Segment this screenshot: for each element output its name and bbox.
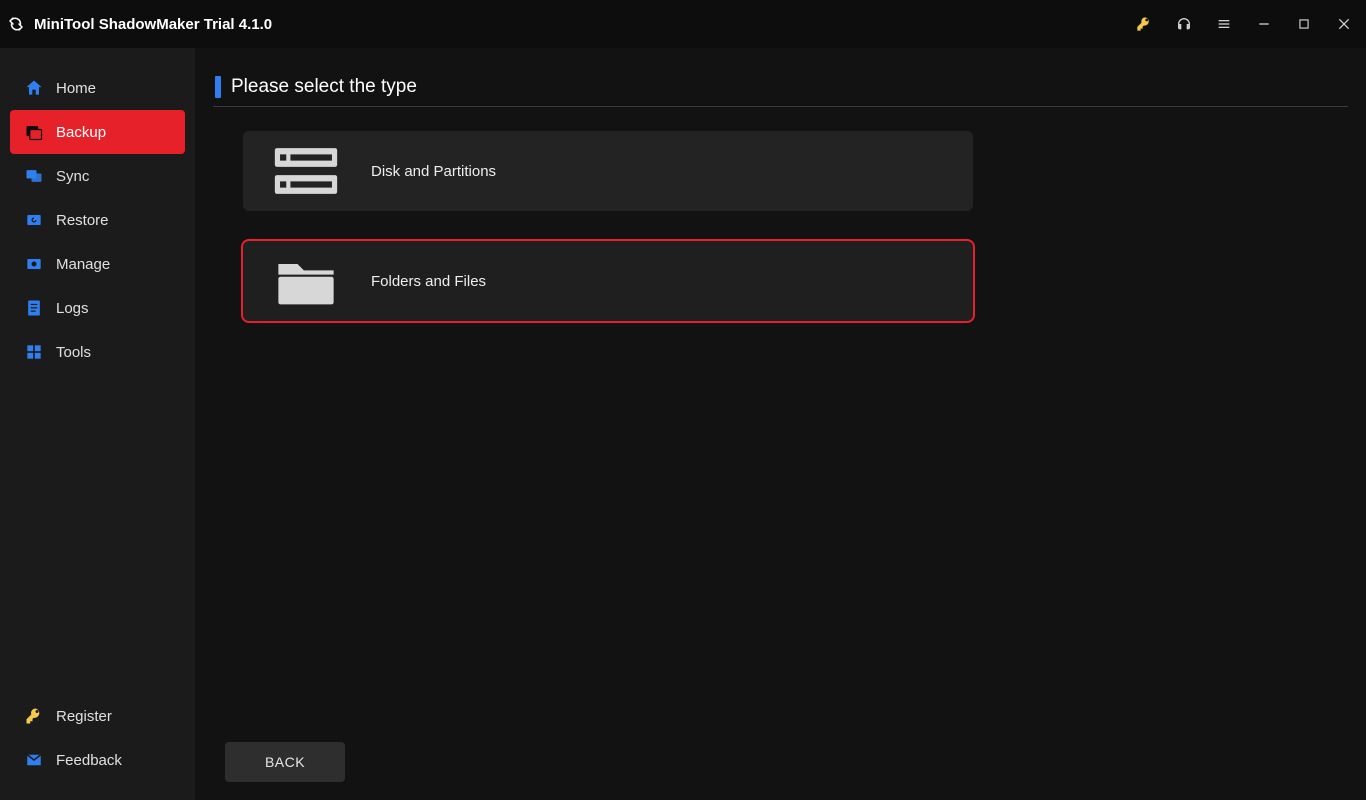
- option-folders-files[interactable]: Folders and Files: [243, 241, 973, 321]
- headphones-icon[interactable]: [1170, 10, 1198, 38]
- option-label: Disk and Partitions: [371, 163, 496, 180]
- sidebar-item-home[interactable]: Home: [10, 66, 185, 110]
- disk-icon: [271, 144, 341, 198]
- sidebar-item-label: Register: [56, 708, 112, 725]
- minimize-icon[interactable]: [1250, 10, 1278, 38]
- sidebar-item-label: Manage: [56, 256, 110, 273]
- menu-icon[interactable]: [1210, 10, 1238, 38]
- sidebar-item-label: Home: [56, 80, 96, 97]
- app-logo-icon: [6, 14, 26, 34]
- sidebar-item-label: Backup: [56, 124, 106, 141]
- sidebar-item-sync[interactable]: Sync: [10, 154, 185, 198]
- app-title: MiniTool ShadowMaker Trial 4.1.0: [34, 16, 272, 33]
- sidebar-item-logs[interactable]: Logs: [10, 286, 185, 330]
- option-label: Folders and Files: [371, 273, 486, 290]
- tools-icon: [24, 342, 44, 362]
- heading-divider: [213, 106, 1348, 107]
- titlebar: MiniTool ShadowMaker Trial 4.1.0: [0, 0, 1366, 48]
- sidebar-item-tools[interactable]: Tools: [10, 330, 185, 374]
- sidebar-item-label: Tools: [56, 344, 91, 361]
- folder-icon: [271, 253, 341, 309]
- sidebar-item-label: Logs: [56, 300, 89, 317]
- logs-icon: [24, 298, 44, 318]
- main-panel: Please select the type Disk and Partitio…: [195, 48, 1366, 800]
- sidebar-item-label: Feedback: [56, 752, 122, 769]
- maximize-icon[interactable]: [1290, 10, 1318, 38]
- sidebar-item-restore[interactable]: Restore: [10, 198, 185, 242]
- manage-icon: [24, 254, 44, 274]
- backup-icon: [24, 122, 44, 142]
- sidebar-item-register[interactable]: Register: [10, 694, 185, 738]
- mail-icon: [24, 750, 44, 770]
- option-disk-partitions[interactable]: Disk and Partitions: [243, 131, 973, 211]
- key-icon[interactable]: [1130, 10, 1158, 38]
- sidebar-item-manage[interactable]: Manage: [10, 242, 185, 286]
- sidebar-item-feedback[interactable]: Feedback: [10, 738, 185, 782]
- restore-icon: [24, 210, 44, 230]
- home-icon: [24, 78, 44, 98]
- sidebar: Home Backup Sync Restore: [0, 48, 195, 800]
- heading-title: Please select the type: [231, 76, 417, 98]
- back-button[interactable]: BACK: [225, 742, 345, 782]
- page-heading: Please select the type: [213, 76, 1348, 98]
- close-icon[interactable]: [1330, 10, 1358, 38]
- sync-icon: [24, 166, 44, 186]
- heading-accent-bar: [215, 76, 221, 98]
- sidebar-item-label: Restore: [56, 212, 109, 229]
- key-icon: [24, 706, 44, 726]
- sidebar-item-backup[interactable]: Backup: [10, 110, 185, 154]
- sidebar-item-label: Sync: [56, 168, 89, 185]
